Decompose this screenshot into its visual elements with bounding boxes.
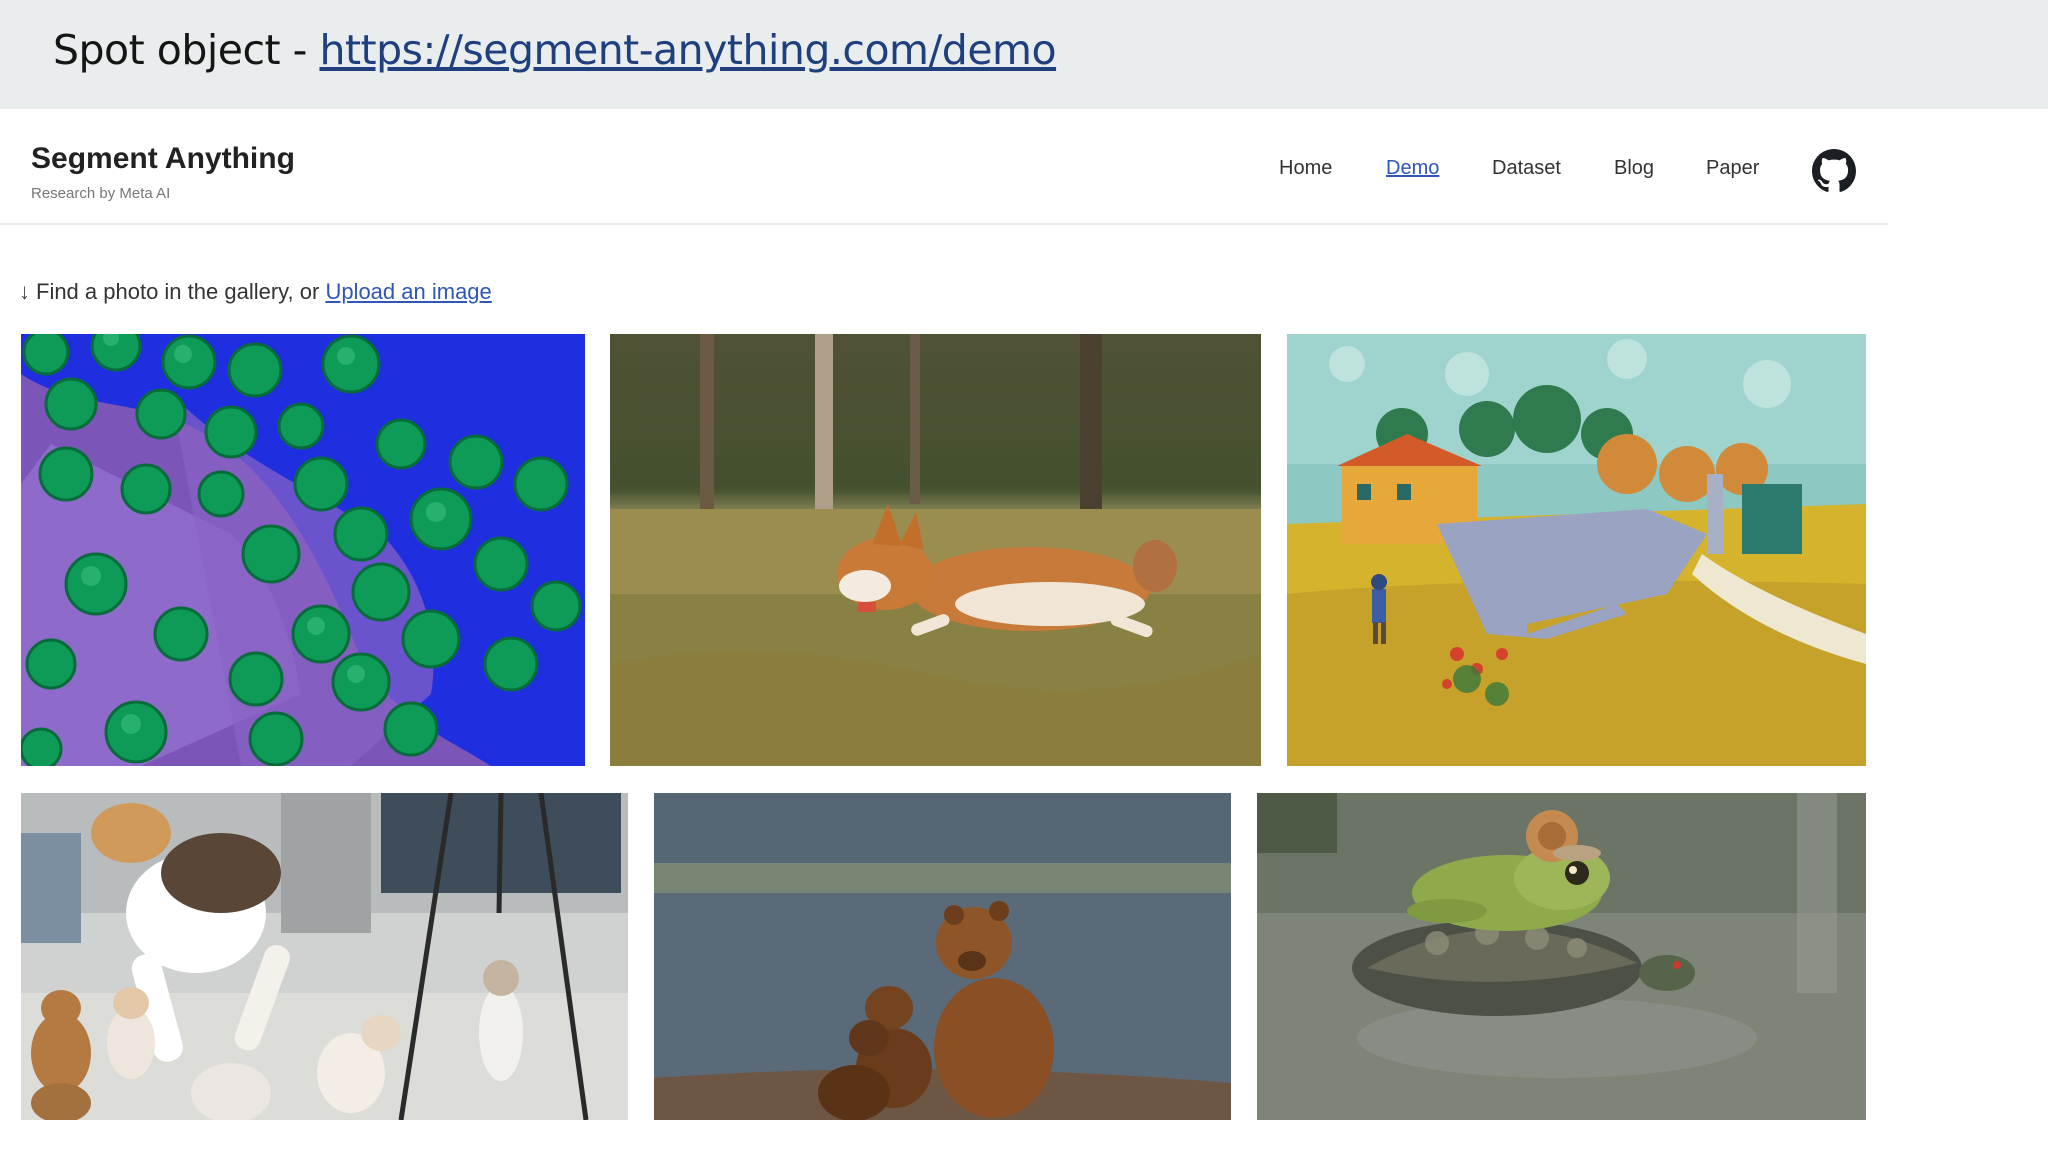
nav-paper[interactable]: Paper (1706, 157, 1759, 180)
nav-dataset[interactable]: Dataset (1492, 157, 1561, 180)
github-icon[interactable] (1812, 149, 1856, 193)
gallery-photo-cats[interactable] (21, 793, 628, 1120)
site-subtitle: Research by Meta AI (31, 185, 171, 202)
nav-demo[interactable]: Demo (1386, 157, 1439, 180)
slide-caption: Spot object - https://segment-anything.c… (53, 26, 1057, 74)
cells-image (21, 334, 585, 766)
gallery-photo-corgi[interactable] (610, 334, 1261, 766)
gallery-photo-cells[interactable] (21, 334, 585, 766)
gallery-photo-bears[interactable] (654, 793, 1231, 1120)
slide-caption-bar: Spot object - https://segment-anything.c… (0, 0, 2048, 109)
upload-image-link[interactable]: Upload an image (325, 279, 491, 304)
site-title[interactable]: Segment Anything (31, 142, 295, 176)
painting-image (1287, 334, 1866, 766)
bears-image (654, 793, 1231, 1120)
caption-prefix: Spot object - (53, 26, 320, 74)
corgi-image (610, 334, 1261, 766)
down-arrow-icon: ↓ (19, 279, 30, 304)
nav-home[interactable]: Home (1279, 157, 1332, 180)
demo-screenshot: Segment Anything Research by Meta AI Hom… (0, 109, 1888, 1152)
gallery-photo-frog-turtle[interactable] (1257, 793, 1866, 1120)
caption-link[interactable]: https://segment-anything.com/demo (319, 26, 1056, 74)
cats-image (21, 793, 628, 1120)
nav-blog[interactable]: Blog (1614, 157, 1654, 180)
frog-turtle-image (1257, 793, 1866, 1120)
gallery-photo-painting[interactable] (1287, 334, 1866, 766)
prompt-text: Find a photo in the gallery, or (36, 279, 326, 304)
gallery-prompt: ↓ Find a photo in the gallery, or Upload … (19, 279, 492, 305)
site-header: Segment Anything Research by Meta AI Hom… (0, 109, 1888, 225)
